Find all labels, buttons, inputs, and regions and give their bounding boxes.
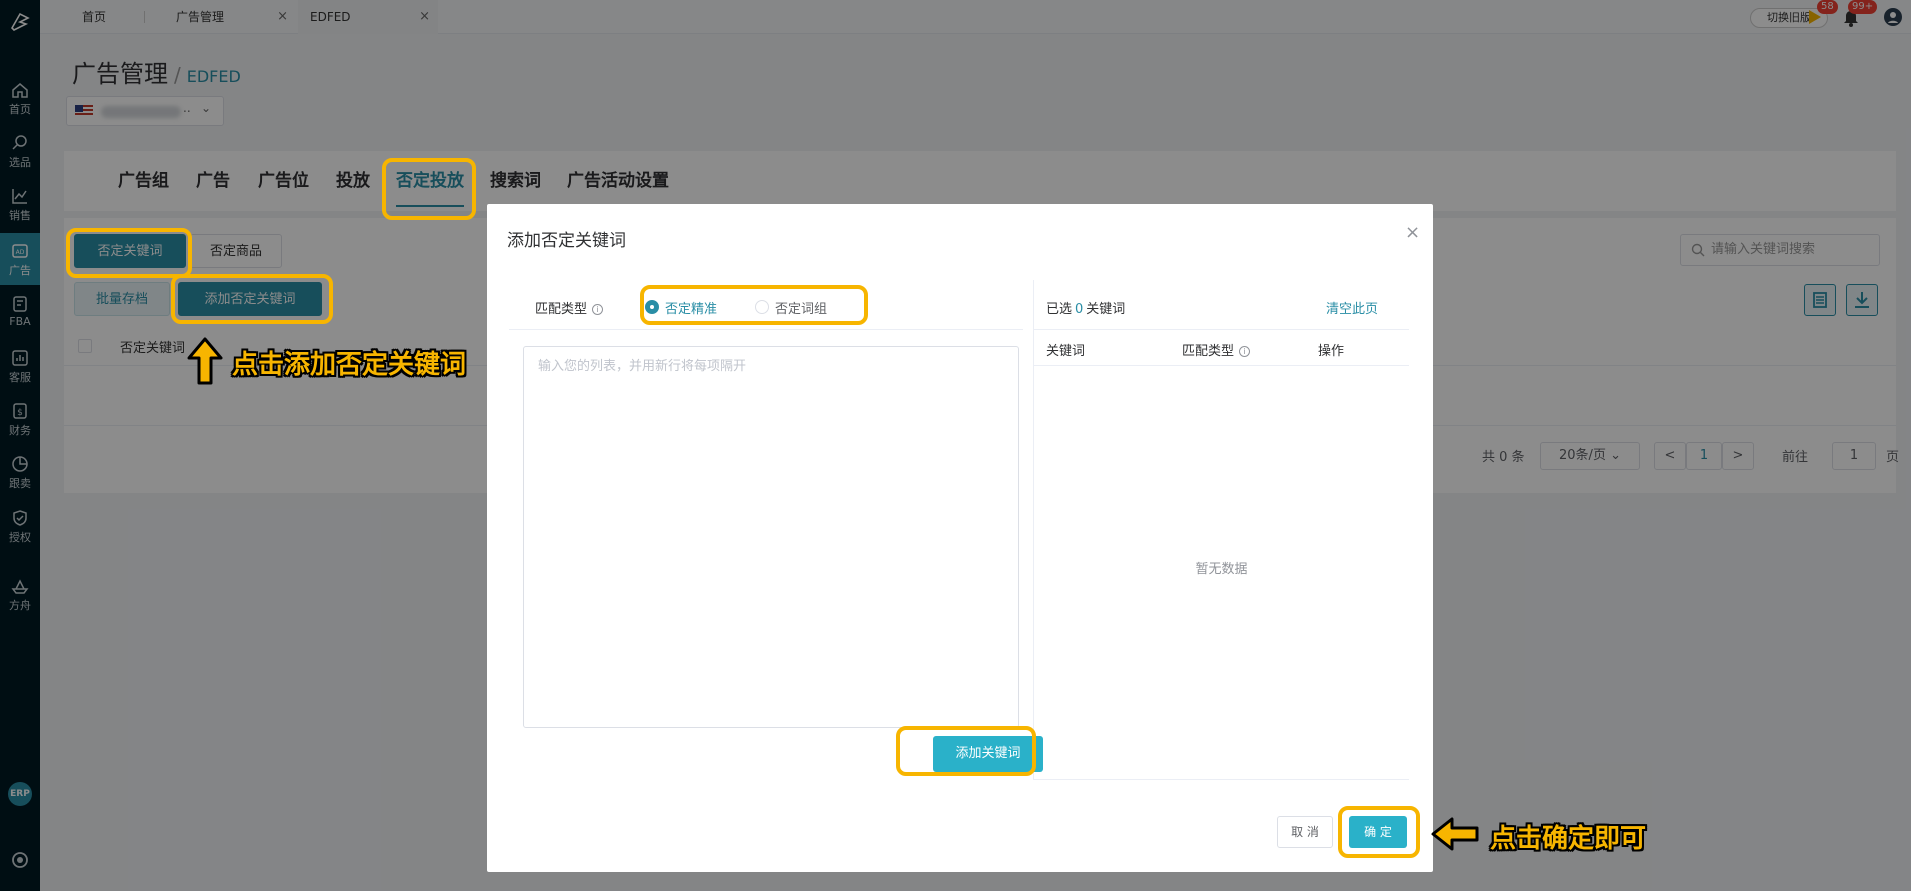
- empty-state: 暂无数据: [1195, 562, 1248, 577]
- column-header-match-type: 匹配类型 i: [1182, 340, 1251, 359]
- callout-click-add-negative: 点击添加否定关键词: [232, 350, 467, 380]
- highlight-negative-targeting-tab: [382, 158, 476, 220]
- match-type-label: 匹配类型 i: [535, 298, 604, 317]
- clear-page-link[interactable]: 清空此页: [1326, 298, 1378, 317]
- dialog-title: 添加否定关键词: [507, 231, 626, 251]
- arrow-left-icon: [1431, 817, 1479, 851]
- highlight-confirm-button: [1338, 806, 1420, 858]
- column-header-keyword: 关键词: [1046, 344, 1086, 359]
- column-header-action: 操作: [1318, 344, 1345, 359]
- match-type-label-text: 匹配类型: [535, 302, 588, 317]
- selected-prefix: 已选: [1046, 302, 1073, 317]
- cancel-button[interactable]: 取 消: [1277, 816, 1333, 848]
- highlight-match-type-radios: [640, 285, 868, 325]
- column-header-match-type-text: 匹配类型: [1182, 344, 1235, 359]
- table-bottom-border: [1034, 779, 1409, 780]
- highlight-add-keyword-button: [896, 726, 1036, 776]
- selected-count-number: 0: [1075, 302, 1084, 317]
- close-icon[interactable]: ×: [1405, 222, 1420, 243]
- selected-keywords-panel: 已选 0 关键词 清空此页 关键词 匹配类型 i 操作 暂无数据: [1034, 280, 1409, 780]
- arrow-up-icon: [187, 337, 223, 385]
- selected-suffix: 关键词: [1086, 302, 1126, 317]
- selected-header: 已选 0 关键词 清空此页: [1034, 280, 1409, 330]
- info-icon[interactable]: i: [592, 304, 604, 315]
- keyword-input-panel: 匹配类型i 否定精准 否定词组 添加关键词: [509, 280, 1043, 780]
- info-icon[interactable]: i: [1239, 346, 1251, 357]
- selected-count: 已选 0 关键词: [1046, 298, 1125, 317]
- highlight-add-negative-button: [171, 274, 333, 324]
- callout-click-confirm: 点击确定即可: [1490, 824, 1647, 854]
- keyword-list-textarea[interactable]: [523, 346, 1019, 728]
- selected-table-header: 关键词 匹配类型 i 操作: [1034, 330, 1409, 366]
- highlight-negative-keyword-tab: [66, 228, 192, 278]
